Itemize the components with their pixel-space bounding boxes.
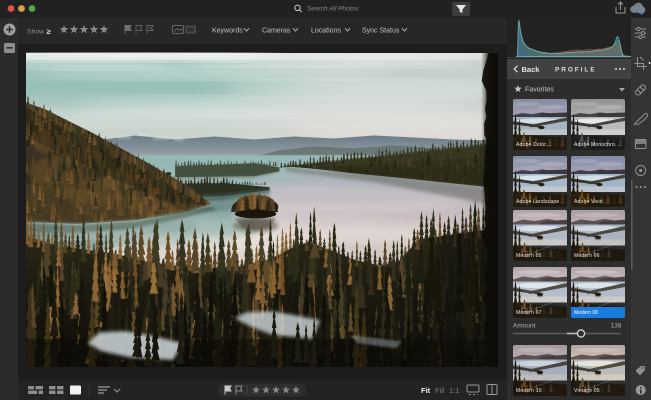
svg-text:Keywords: Keywords [212,28,243,35]
svg-text:Cameras: Cameras [262,28,291,35]
svg-text:Locations: Locations [311,28,341,35]
svg-text:Amount: Amount [513,323,536,330]
svg-text:Search All Photos: Search All Photos [307,6,359,13]
svg-text:Fill: Fill [435,386,445,395]
svg-text:1:1: 1:1 [449,386,459,395]
svg-text:Fit: Fit [421,386,431,395]
svg-text:Back: Back [522,65,541,74]
svg-text:Sync Status: Sync Status [362,28,400,35]
svg-text:Favorites: Favorites [525,87,554,94]
svg-text:138: 138 [611,323,622,330]
svg-text:PROFILE: PROFILE [555,67,596,74]
